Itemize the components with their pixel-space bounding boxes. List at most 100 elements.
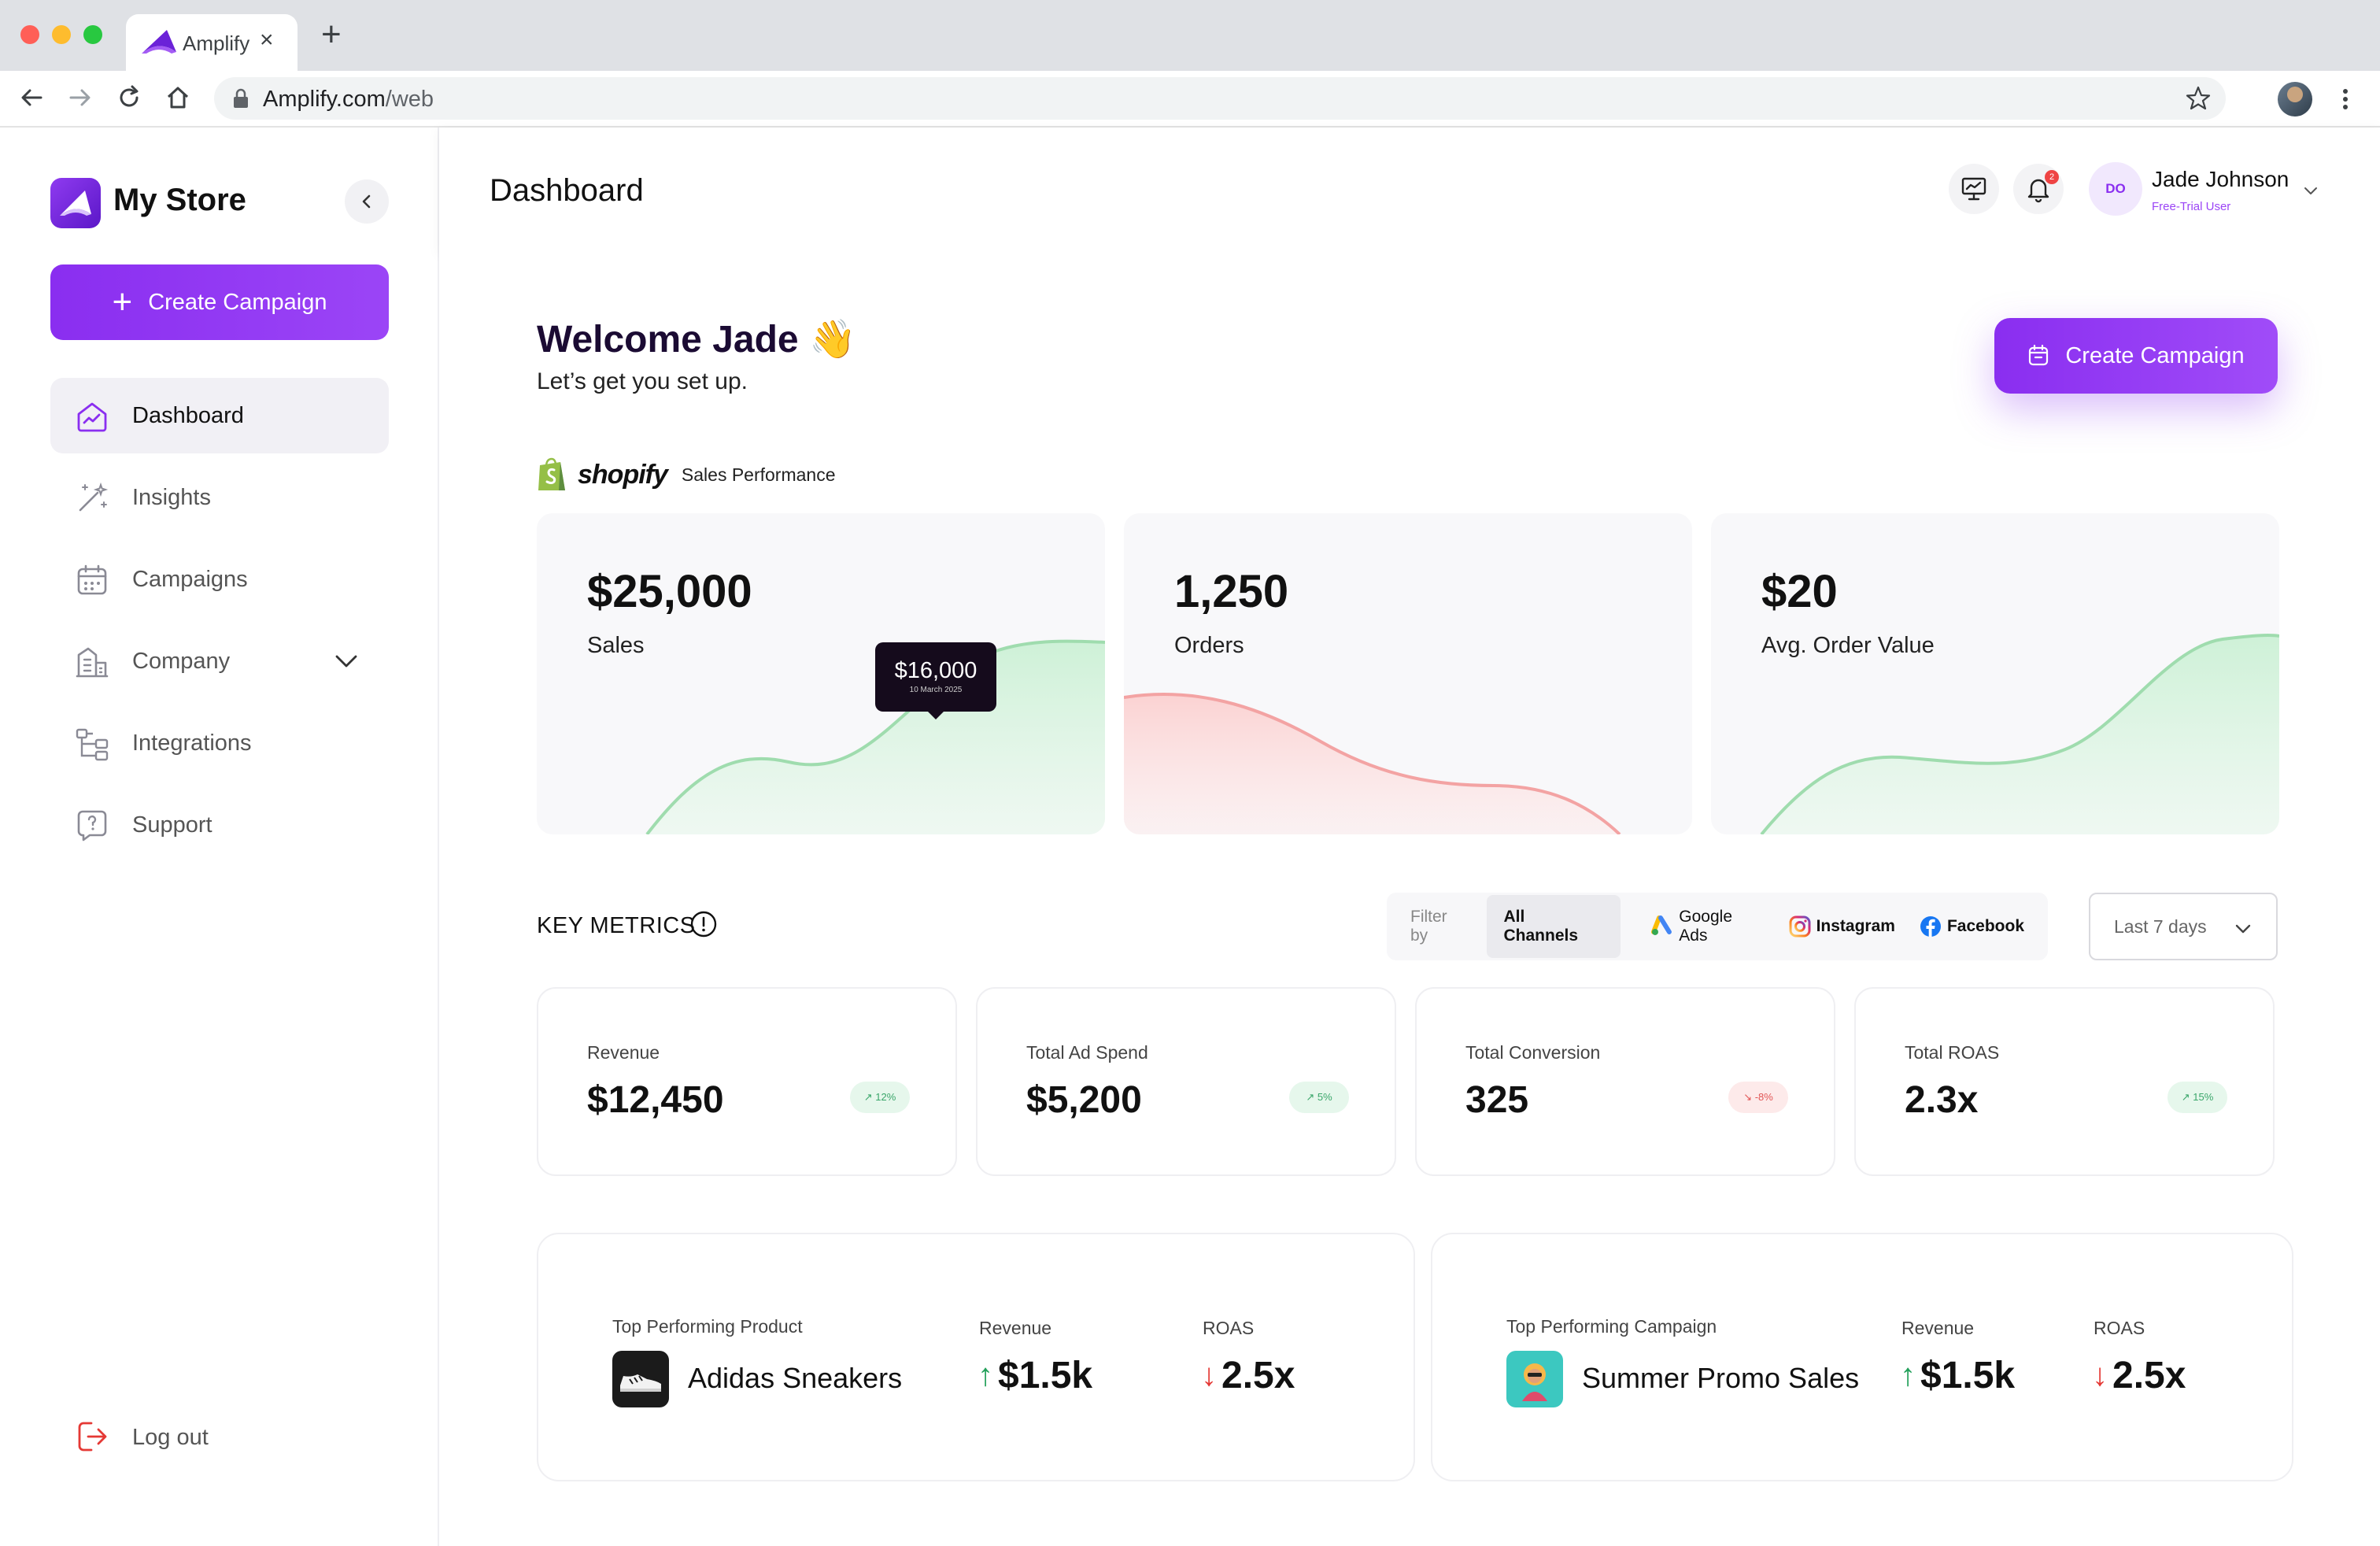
- chevron-down-icon[interactable]: [332, 647, 360, 675]
- collapse-sidebar-button[interactable]: [345, 179, 389, 224]
- filter-by-label: Filter by: [1410, 908, 1447, 945]
- back-arrow-icon[interactable]: [16, 82, 47, 113]
- shopify-wordmark: shopify: [578, 459, 668, 490]
- sidebar-item-campaigns[interactable]: Campaigns: [50, 542, 389, 617]
- metric-value: $5,200: [1026, 1079, 1142, 1121]
- logout-icon: [78, 1422, 107, 1452]
- google-ads-icon: [1651, 915, 1672, 935]
- chevron-left-icon: [362, 194, 371, 209]
- top-product-name: Adidas Sneakers: [688, 1362, 903, 1394]
- create-campaign-button[interactable]: Create Campaign: [1994, 318, 2278, 394]
- sidebar-item-label: Integrations: [132, 730, 252, 756]
- key-metrics-title: KEY METRICS: [537, 913, 696, 938]
- metric-change-badge: ↗ 12%: [850, 1082, 910, 1113]
- close-window-button[interactable]: [20, 25, 39, 44]
- sidebar-item-company[interactable]: Company: [50, 623, 389, 699]
- notifications-button[interactable]: 2: [2013, 164, 2064, 214]
- aov-sparkline: [1760, 634, 2279, 834]
- address-bar[interactable]: Amplify.com/web: [214, 77, 2226, 120]
- sidebar: My Store + Create Campaign Dashboard Ins…: [0, 128, 439, 1546]
- sidebar-item-integrations[interactable]: Integrations: [50, 705, 389, 781]
- sales-tooltip: $16,000 10 March 2025: [875, 642, 996, 719]
- revenue-value-group: ↑ $1.5k: [1900, 1354, 2015, 1397]
- revenue-value: $1.5k: [1920, 1355, 2016, 1396]
- orders-sparkline: [1124, 693, 1621, 834]
- reload-icon[interactable]: [113, 82, 145, 113]
- browser-tab[interactable]: Amplify ×: [126, 14, 298, 71]
- close-tab-icon[interactable]: ×: [260, 27, 274, 54]
- browser-profile-avatar[interactable]: [2278, 82, 2312, 117]
- tooltip-value: $16,000: [894, 658, 978, 683]
- chevron-down-icon[interactable]: [2300, 179, 2322, 202]
- avg-order-value-card: $20 Avg. Order Value: [1711, 513, 2279, 834]
- date-range-select[interactable]: Last 7 days: [2089, 893, 2278, 960]
- forward-arrow-icon[interactable]: [65, 82, 96, 113]
- browser-toolbar: Amplify.com/web: [0, 71, 2380, 128]
- browser-menu-icon[interactable]: [2336, 82, 2355, 117]
- store-name: My Store: [113, 183, 246, 217]
- sidebar-item-label: Company: [132, 648, 231, 674]
- orders-label: Orders: [1174, 633, 1244, 658]
- filter-google-ads[interactable]: Google Ads: [1650, 908, 1764, 945]
- roas-label: ROAS: [2094, 1318, 2145, 1338]
- sneaker-icon: [620, 1374, 661, 1392]
- sidebar-item-insights[interactable]: Insights: [50, 460, 389, 535]
- user-avatar[interactable]: DO: [2089, 162, 2142, 216]
- filter-google-ads-label: Google Ads: [1679, 908, 1733, 945]
- filter-all-channels[interactable]: All Channels: [1486, 895, 1621, 958]
- orders-value: 1,250: [1174, 566, 1289, 617]
- user-name[interactable]: Jade Johnson: [2152, 167, 2289, 192]
- notification-count-badge: 2: [2045, 170, 2059, 184]
- presentation-button[interactable]: [1949, 164, 1999, 214]
- revenue-value: $1.5k: [998, 1355, 1093, 1396]
- logout-button[interactable]: Log out: [50, 1406, 389, 1469]
- roas-value-group: ↓ 2.5x: [2092, 1354, 2186, 1397]
- roas-value-group: ↓ 2.5x: [1201, 1354, 1295, 1397]
- sneaker-thumbnail: [612, 1351, 669, 1407]
- welcome-subtitle: Let’s get you set up.: [537, 368, 748, 394]
- channel-filter-bar: Filter by All Channels Google Ads Instag…: [1387, 893, 2048, 960]
- home-icon[interactable]: [162, 82, 194, 113]
- page-title: Dashboard: [490, 173, 644, 208]
- top-campaign-heading: Top Performing Campaign: [1506, 1316, 1717, 1337]
- revenue-value-group: ↑ $1.5k: [978, 1354, 1092, 1397]
- filter-facebook[interactable]: Facebook: [1919, 915, 2024, 938]
- roas-value: 2.5x: [1221, 1355, 1295, 1396]
- maximize-window-button[interactable]: [83, 25, 102, 44]
- sales-label: Sales: [587, 633, 645, 658]
- metric-value: 325: [1465, 1079, 1529, 1121]
- metric-card-revenue: Revenue $12,450 ↗ 12%: [537, 987, 957, 1176]
- lock-icon: [234, 88, 248, 108]
- info-icon[interactable]: [689, 910, 718, 938]
- bookmark-star-icon[interactable]: [2185, 85, 2212, 112]
- sidebar-item-dashboard[interactable]: Dashboard: [50, 378, 389, 453]
- building-icon: [76, 647, 109, 678]
- filter-instagram[interactable]: Instagram: [1788, 915, 1895, 938]
- metric-card-conversion: Total Conversion 325 ↘ -8%: [1415, 987, 1835, 1176]
- sales-performance-label: Sales Performance: [681, 464, 836, 485]
- sidebar-item-support[interactable]: Support: [50, 787, 389, 863]
- top-campaign-card[interactable]: Top Performing Campaign Summer Promo Sal…: [1431, 1233, 2293, 1481]
- metric-change-badge: ↘ -8%: [1728, 1082, 1788, 1113]
- user-role: Free-Trial User: [2152, 200, 2231, 213]
- browser-tab-bar: Amplify × +: [0, 0, 2380, 71]
- metric-card-roas: Total ROAS 2.3x ↗ 15%: [1854, 987, 2275, 1176]
- arrow-down-icon: ↓: [2092, 1358, 2108, 1393]
- arrow-up-icon: ↑: [1900, 1358, 1916, 1393]
- sales-sparkline: [645, 639, 1105, 834]
- dashboard-content: Welcome Jade 👋 Let’s get you set up. Cre…: [439, 253, 2380, 1546]
- aov-value: $20: [1761, 566, 1838, 617]
- create-campaign-button-sidebar[interactable]: + Create Campaign: [50, 264, 389, 340]
- date-range-value: Last 7 days: [2114, 915, 2207, 937]
- new-tab-button[interactable]: +: [321, 17, 342, 52]
- amplify-favicon-icon: [142, 30, 176, 54]
- metric-value: 2.3x: [1905, 1079, 1979, 1121]
- minimize-window-button[interactable]: [52, 25, 71, 44]
- calendar-edit-icon: [2029, 344, 2049, 366]
- metric-change-badge: ↗ 15%: [2168, 1082, 2227, 1113]
- revenue-label: Revenue: [1901, 1318, 1975, 1338]
- aov-label: Avg. Order Value: [1761, 633, 1935, 658]
- top-product-card[interactable]: Top Performing Product Adidas Sneakers R…: [537, 1233, 1415, 1481]
- arrow-up-icon: ↑: [978, 1358, 993, 1393]
- browser-window: Amplify × + Amplify.com/web My Store + C…: [0, 0, 2380, 1546]
